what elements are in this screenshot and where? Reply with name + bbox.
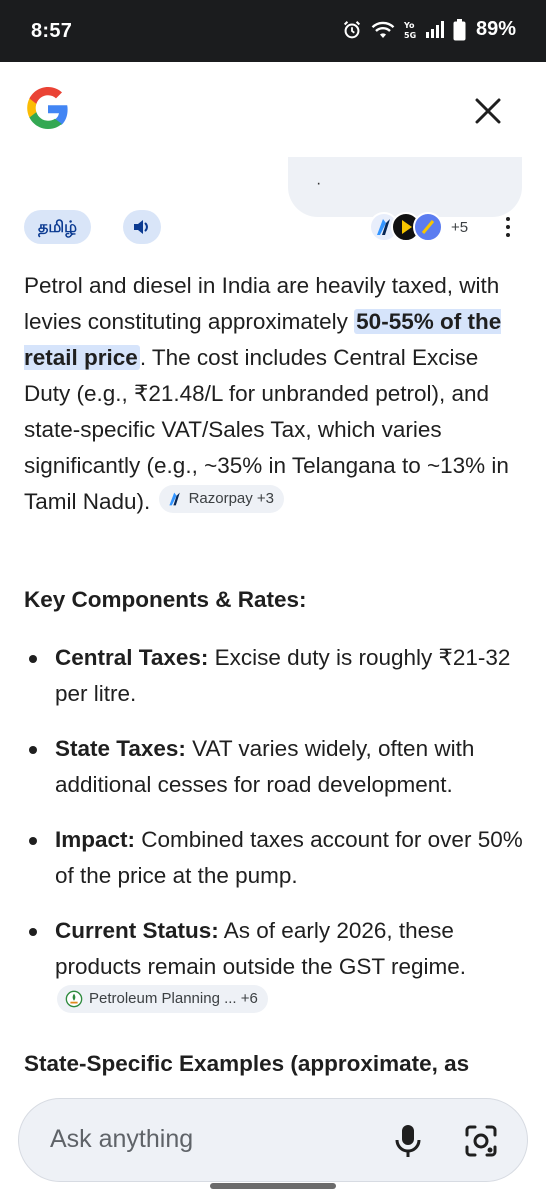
list-item: Impact: Combined taxes account for over … (24, 822, 524, 894)
ask-input-bar[interactable]: Ask anything (18, 1098, 528, 1182)
section-heading-2: State-Specific Examples (approximate, as (24, 1051, 470, 1076)
mic-icon (395, 1125, 421, 1157)
close-icon (475, 98, 501, 124)
sources-count: +5 (451, 218, 469, 236)
bullet-label: Current Status: (55, 918, 219, 943)
lens-button[interactable] (463, 1123, 499, 1159)
user-query-bubble: · (288, 157, 522, 217)
signal-icon (425, 20, 444, 38)
citation-chip-petroleum[interactable]: Petroleum Planning ... +6 (57, 985, 268, 1013)
speaker-icon (134, 220, 148, 234)
bullet-label: Impact: (55, 827, 136, 852)
list-item: Central Taxes: Excise duty is roughly ₹2… (24, 640, 524, 712)
status-icons: Yo 5G 89% (341, 18, 516, 41)
citation-chip-razorpay[interactable]: Razorpay +3 (158, 485, 285, 513)
home-indicator[interactable] (210, 1183, 336, 1189)
listen-button[interactable] (123, 210, 161, 244)
volte-icon: Yo5G (403, 21, 416, 40)
status-bar: 8:57 Yo 5G 89% (0, 0, 546, 62)
razorpay-icon (168, 492, 180, 506)
user-query-text: · (316, 175, 322, 192)
ask-input[interactable]: Ask anything (50, 1125, 193, 1154)
status-time: 8:57 (31, 20, 73, 42)
citation-label: Petroleum Planning ... +6 (89, 990, 258, 1007)
answer-paragraph: Petrol and diesel in India are heavily t… (24, 268, 524, 520)
alarm-icon (343, 20, 361, 38)
lens-icon (465, 1125, 497, 1157)
more-options-button[interactable] (498, 214, 518, 240)
source-globe-icon (413, 212, 443, 242)
language-chip-tamil[interactable]: தமிழ் (24, 210, 92, 244)
language-chip-label: தமிழ் (38, 216, 78, 236)
ppac-logo-icon (65, 990, 83, 1008)
list-item: State Taxes: VAT varies widely, often wi… (24, 731, 524, 803)
more-vert-icon (506, 217, 510, 237)
sources-button[interactable]: +5 (369, 209, 468, 245)
close-button[interactable] (470, 93, 506, 129)
section-heading: Key Components & Rates: (24, 587, 307, 612)
battery-percentage: 89% (475, 18, 516, 40)
list-item: Current Status: As of early 2026, these … (24, 913, 524, 1021)
google-g-logo (27, 87, 68, 129)
citation-label: Razorpay +3 (188, 490, 275, 507)
wifi-icon (371, 21, 395, 38)
bullet-label: State Taxes: (55, 736, 186, 761)
battery-icon (453, 18, 466, 40)
bullet-label: Central Taxes: (55, 645, 209, 670)
svg-text:5G: 5G (404, 31, 416, 40)
voice-search-button[interactable] (393, 1123, 423, 1159)
svg-text:Yo: Yo (403, 21, 415, 30)
ai-answer-sheet: · தமிழ் +5 Petrol and diesel in India ar… (0, 62, 546, 1200)
